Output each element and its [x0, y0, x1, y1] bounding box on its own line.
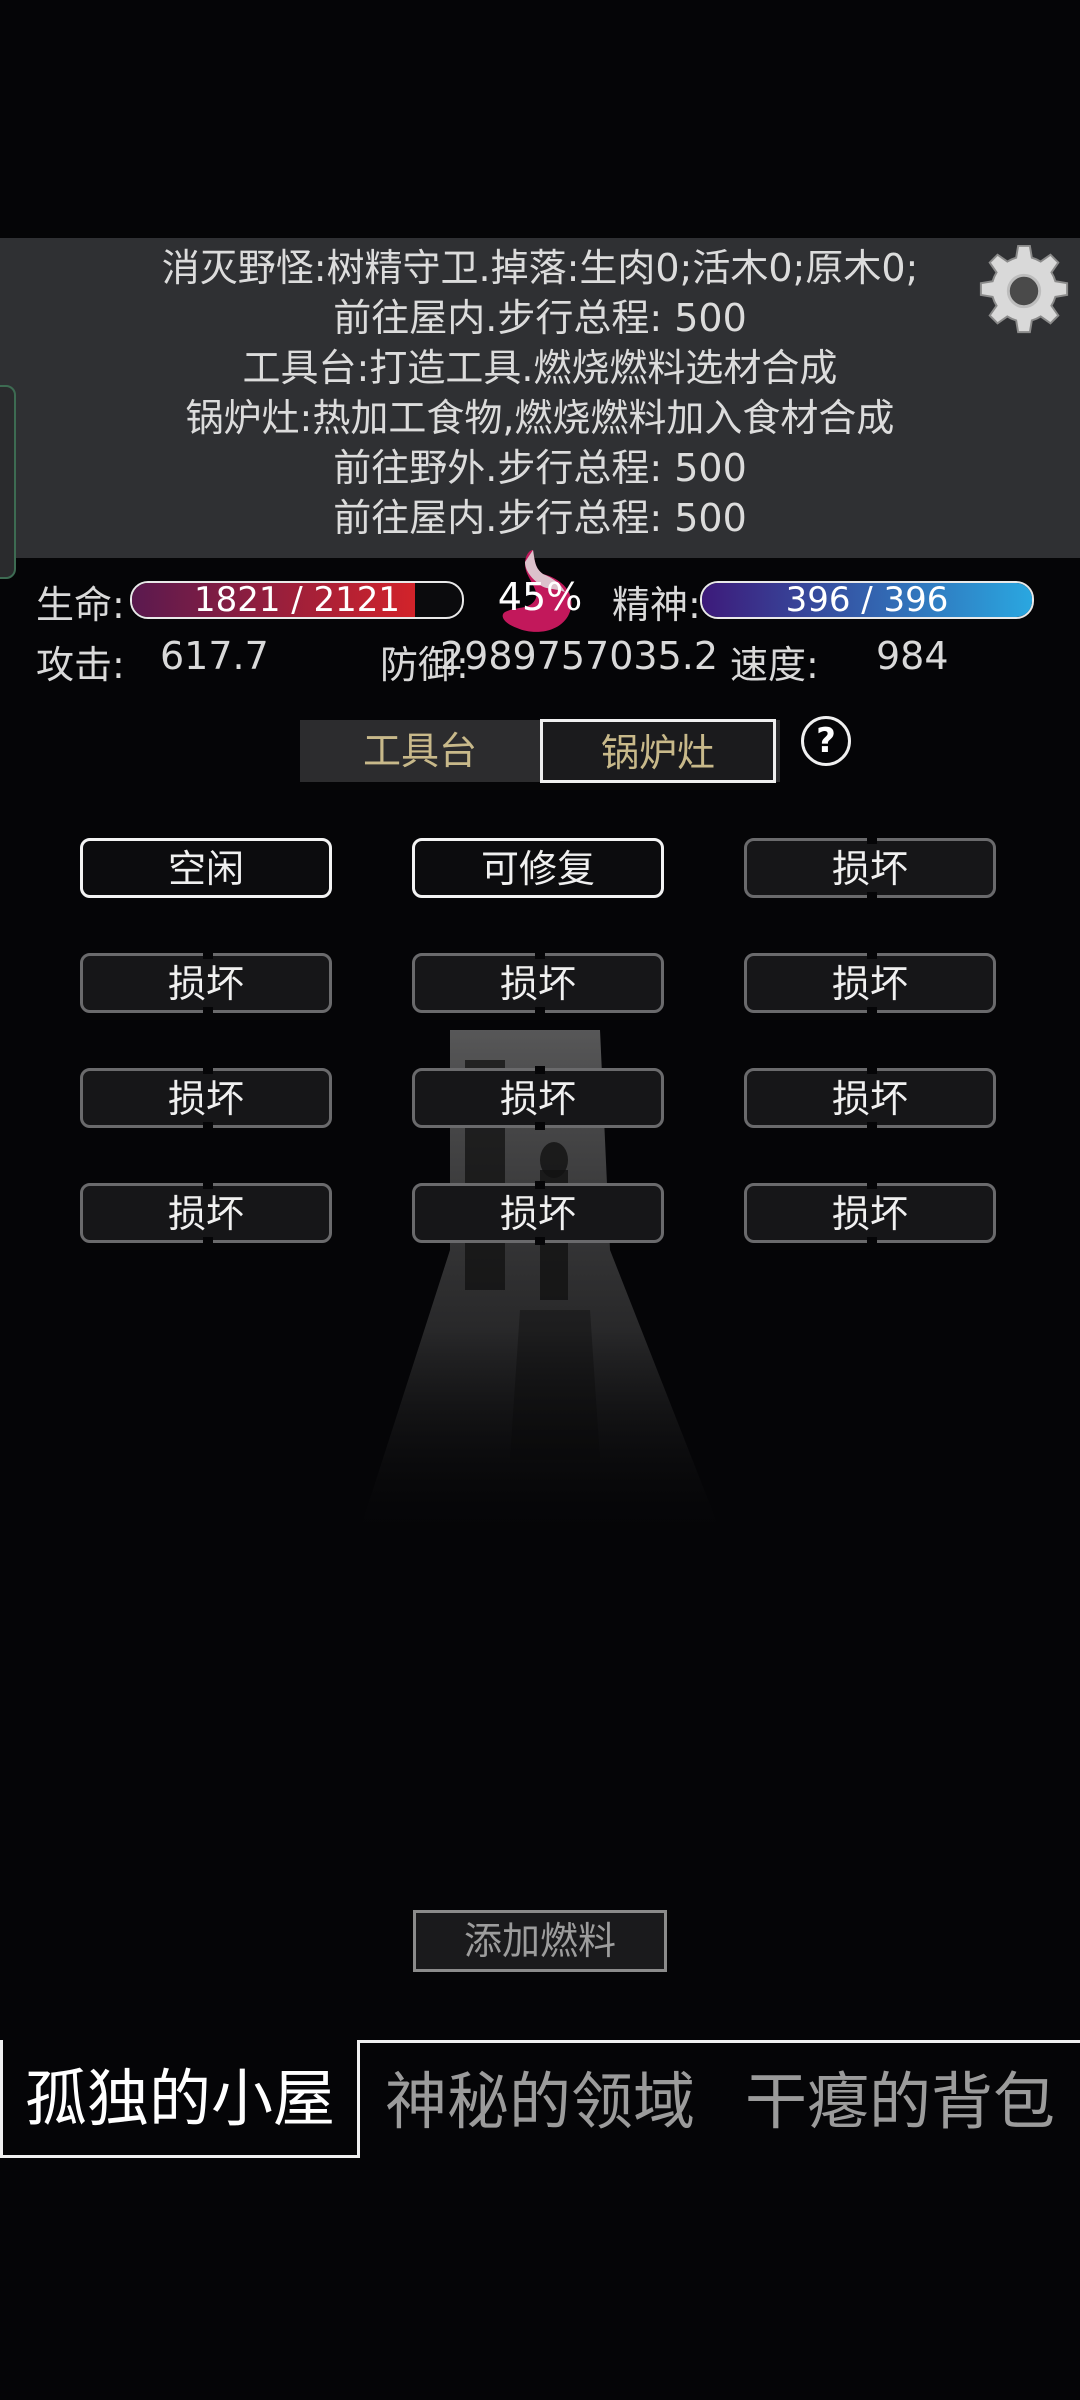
slot-notch: [535, 1181, 545, 1189]
hp-value: 1821 / 2121: [193, 581, 401, 619]
attack-value: 617.7: [160, 634, 269, 678]
log-line: 前往野外.步行总程: 500: [333, 446, 747, 490]
spirit-label: 精神:: [612, 583, 701, 627]
slot-notch: [867, 1066, 877, 1074]
slot-notch: [535, 951, 545, 959]
speed-value: 984: [876, 634, 949, 678]
log-line: 前往屋内.步行总程: 500: [333, 296, 747, 340]
slot-notch: [867, 1237, 877, 1245]
slot-notch: [203, 1237, 213, 1245]
slot-notch: [867, 951, 877, 959]
slot-notch: [203, 1066, 213, 1074]
nav-tab-cabin[interactable]: 孤独的小屋: [0, 2040, 360, 2158]
spirit-value: 396 / 396: [785, 581, 949, 619]
stove-slot[interactable]: 损坏: [80, 951, 332, 1015]
help-icon[interactable]: ?: [801, 716, 851, 766]
hunger-percent: 45%: [497, 575, 583, 619]
slot-notch: [535, 1066, 545, 1074]
stove-slot[interactable]: 空闲: [80, 838, 332, 898]
hp-bar: 1821 / 2121: [130, 581, 464, 619]
slot-notch: [535, 1122, 545, 1130]
slot-notch: [867, 1181, 877, 1189]
stove-slot[interactable]: 损坏: [412, 1181, 664, 1245]
stove-slot[interactable]: 损坏: [744, 1066, 996, 1130]
stove-slot[interactable]: 损坏: [744, 1181, 996, 1245]
slot-notch: [203, 1181, 213, 1189]
log-line: 消灭野怪:树精守卫.掉落:生肉0;活木0;原木0;: [161, 246, 919, 290]
log-line: 前往屋内.步行总程: 500: [333, 496, 747, 540]
attack-label: 攻击:: [36, 643, 125, 687]
stove-slot[interactable]: 损坏: [744, 951, 996, 1015]
workshop-tab-strip: 工具台 锅炉灶: [300, 719, 780, 783]
hp-label: 生命:: [36, 583, 125, 627]
slot-notch: [203, 1122, 213, 1130]
stove-slot[interactable]: 可修复: [412, 838, 664, 898]
slot-notch: [535, 1007, 545, 1015]
slot-notch: [867, 892, 877, 900]
add-fuel-button[interactable]: 添加燃料: [413, 1910, 667, 1972]
slot-notch: [867, 1007, 877, 1015]
log-line: 工具台:打造工具.燃烧燃料选材合成: [242, 346, 838, 390]
stove-slot[interactable]: 损坏: [412, 1066, 664, 1130]
tab-stove[interactable]: 锅炉灶: [540, 719, 776, 783]
defense-value: 2989757035.2: [440, 634, 719, 678]
nav-tab-backpack[interactable]: 干瘪的背包: [720, 2040, 1080, 2158]
stove-slot[interactable]: 损坏: [744, 836, 996, 900]
nav-tab-domain[interactable]: 神秘的领域: [360, 2040, 720, 2158]
slot-notch: [203, 951, 213, 959]
spirit-bar: 396 / 396: [700, 581, 1034, 619]
tab-tool-bench[interactable]: 工具台: [300, 720, 540, 782]
speed-label: 速度:: [730, 643, 819, 687]
log-line: 锅炉灶:热加工食物,燃烧燃料加入食材合成: [185, 396, 895, 440]
stove-slot[interactable]: 损坏: [412, 951, 664, 1015]
slot-notch: [867, 836, 877, 844]
stove-slot[interactable]: 损坏: [80, 1066, 332, 1130]
stove-slot[interactable]: 损坏: [80, 1181, 332, 1245]
slot-notch: [203, 1007, 213, 1015]
slot-notch: [867, 1122, 877, 1130]
slot-notch: [535, 1237, 545, 1245]
